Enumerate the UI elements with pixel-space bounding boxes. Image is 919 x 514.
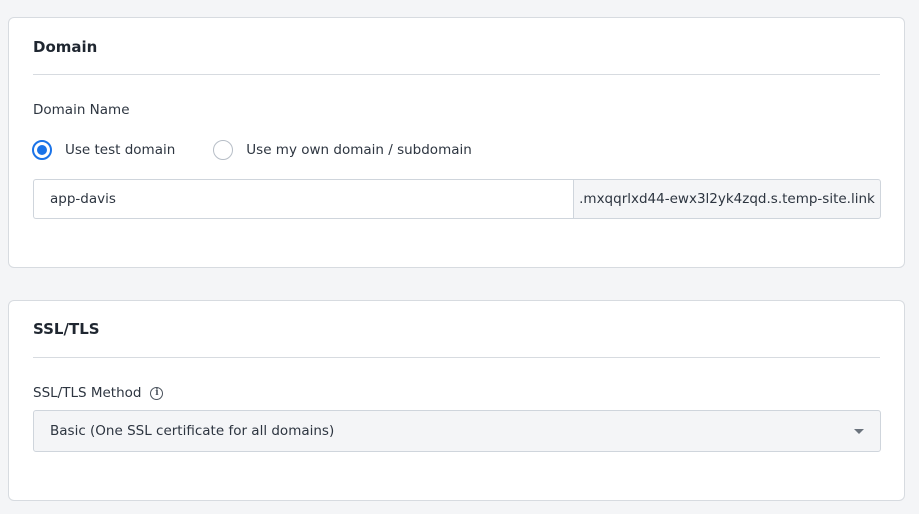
radio-button-checked[interactable]	[32, 140, 52, 160]
domain-name-label: Domain Name	[33, 102, 130, 118]
ssl-section-divider	[33, 357, 880, 358]
ssl-section: SSL/TLS SSL/TLS Method i Basic (One SSL …	[8, 300, 905, 501]
subdomain-input[interactable]	[33, 179, 573, 219]
domain-section: Domain Domain Name Use test domain Use m…	[8, 17, 905, 268]
radio-button-unchecked[interactable]	[213, 140, 234, 160]
radio-use-test-domain[interactable]: Use test domain	[32, 140, 175, 160]
domain-section-title: Domain	[33, 38, 98, 56]
domain-type-radio-group: Use test domain Use my own domain / subd…	[32, 140, 472, 160]
ssl-method-label: SSL/TLS Method	[33, 385, 142, 401]
domain-input-group: .mxqqrlxd44-ewx3l2yk4zqd.s.temp-site.lin…	[33, 179, 881, 219]
radio-use-test-domain-label: Use test domain	[65, 142, 176, 158]
domain-suffix-addon: .mxqqrlxd44-ewx3l2yk4zqd.s.temp-site.lin…	[573, 179, 881, 219]
radio-dot	[37, 145, 47, 155]
radio-use-own-domain[interactable]: Use my own domain / subdomain	[213, 140, 472, 160]
ssl-method-label-row: SSL/TLS Method i	[33, 385, 164, 401]
domain-section-divider	[33, 74, 880, 75]
ssl-section-title: SSL/TLS	[33, 320, 100, 338]
ssl-method-selected-value: Basic (One SSL certificate for all domai…	[50, 423, 335, 439]
chevron-down-icon	[854, 428, 864, 434]
ssl-method-select[interactable]: Basic (One SSL certificate for all domai…	[33, 410, 881, 452]
info-icon[interactable]: i	[150, 386, 164, 400]
radio-use-own-domain-label: Use my own domain / subdomain	[246, 142, 472, 158]
